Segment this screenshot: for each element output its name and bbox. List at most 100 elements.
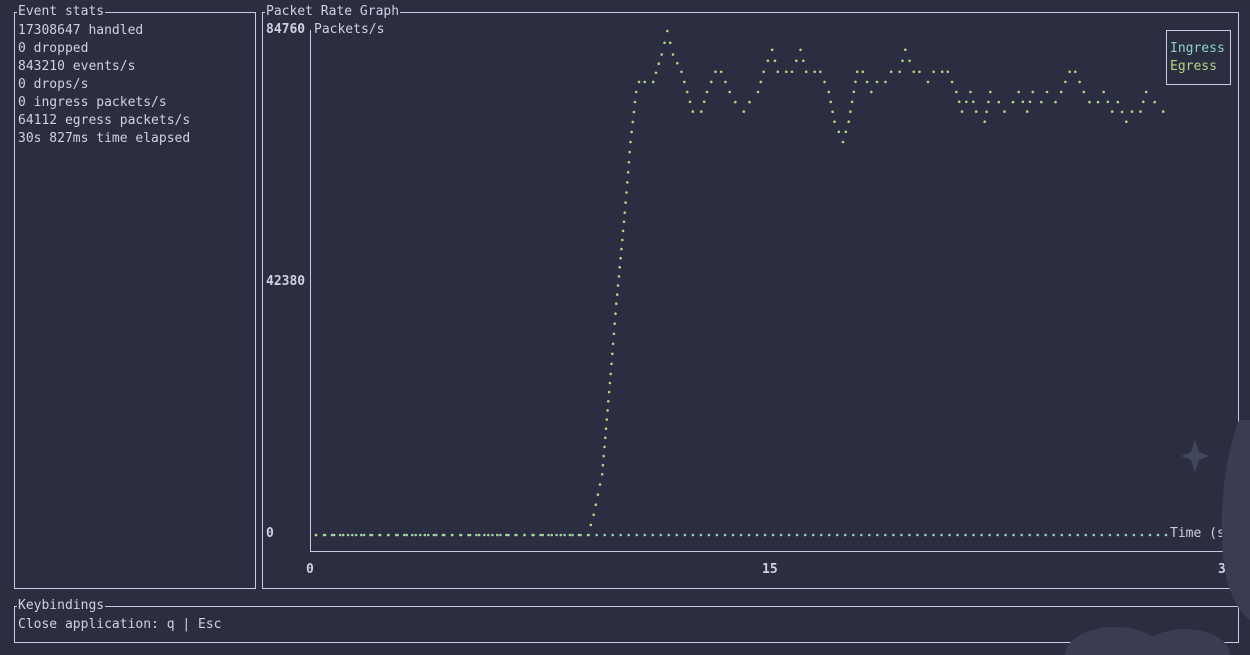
egress-point bbox=[663, 41, 666, 45]
egress-point bbox=[441, 533, 445, 537]
egress-point bbox=[1153, 100, 1156, 104]
egress-point bbox=[1161, 110, 1165, 113]
ingress-point bbox=[755, 533, 759, 537]
egress-point bbox=[423, 533, 427, 537]
egress-point bbox=[314, 533, 318, 537]
egress-point bbox=[450, 533, 454, 537]
egress-point bbox=[637, 80, 641, 84]
egress-point bbox=[685, 90, 689, 94]
egress-point bbox=[1110, 110, 1114, 113]
egress-point bbox=[632, 110, 636, 114]
egress-point bbox=[614, 312, 617, 316]
ingress-point bbox=[860, 533, 863, 537]
egress-point bbox=[1064, 80, 1067, 84]
egress-point bbox=[1106, 100, 1110, 104]
egress-point bbox=[884, 80, 887, 84]
egress-point bbox=[1025, 110, 1029, 113]
egress-point bbox=[742, 110, 746, 113]
egress-point bbox=[1120, 110, 1124, 114]
egress-point bbox=[523, 533, 526, 537]
ingress-point bbox=[892, 533, 895, 537]
ingress-point bbox=[739, 533, 743, 537]
egress-point bbox=[332, 533, 336, 537]
ingress-point bbox=[843, 533, 847, 537]
ingress-point bbox=[795, 533, 799, 537]
egress-point bbox=[1021, 100, 1025, 104]
ingress-point bbox=[924, 533, 927, 537]
egress-point bbox=[1011, 100, 1015, 104]
ingress-point bbox=[908, 533, 911, 537]
egress-point bbox=[1139, 110, 1142, 113]
egress-point bbox=[724, 80, 727, 84]
egress-point bbox=[459, 533, 463, 537]
ingress-point bbox=[1116, 533, 1120, 537]
egress-point bbox=[432, 533, 436, 537]
egress-point bbox=[1082, 90, 1086, 94]
ingress-point bbox=[1148, 533, 1152, 537]
ingress-point bbox=[499, 533, 502, 537]
egress-point bbox=[414, 533, 418, 537]
egress-point bbox=[700, 110, 703, 113]
ingress-point bbox=[731, 533, 735, 537]
egress-point bbox=[323, 533, 327, 537]
egress-point bbox=[568, 533, 572, 537]
egress-point bbox=[630, 130, 633, 134]
ingress-point bbox=[402, 533, 406, 537]
egress-point bbox=[629, 140, 632, 144]
egress-point bbox=[1017, 90, 1020, 94]
egress-point bbox=[1116, 100, 1120, 104]
egress-point bbox=[610, 362, 613, 366]
egress-point bbox=[351, 533, 354, 537]
egress-point bbox=[604, 436, 607, 440]
egress-point bbox=[607, 400, 610, 403]
egress-point bbox=[965, 100, 968, 104]
egress-point bbox=[654, 71, 658, 75]
egress-point bbox=[1088, 100, 1091, 104]
egress-point bbox=[987, 100, 990, 104]
egress-point bbox=[615, 302, 618, 306]
egress-point bbox=[622, 220, 626, 224]
ingress-point bbox=[715, 533, 719, 537]
egress-point bbox=[795, 59, 798, 63]
ingress-point bbox=[435, 533, 438, 537]
egress-point bbox=[748, 100, 751, 104]
egress-point bbox=[734, 100, 737, 104]
egress-point bbox=[611, 342, 615, 346]
egress-point bbox=[946, 70, 950, 74]
egress-point bbox=[1045, 90, 1049, 94]
egress-point bbox=[1144, 90, 1148, 94]
egress-point bbox=[1003, 110, 1006, 113]
ingress-point bbox=[595, 533, 598, 537]
egress-point bbox=[901, 59, 904, 63]
egress-point bbox=[728, 90, 731, 94]
egress-point bbox=[861, 70, 865, 74]
egress-point bbox=[477, 533, 481, 537]
egress-point bbox=[714, 70, 717, 74]
egress-point bbox=[594, 503, 598, 507]
egress-point bbox=[912, 70, 916, 74]
egress-point bbox=[626, 171, 630, 174]
ingress-point bbox=[787, 533, 791, 537]
egress-point bbox=[766, 59, 770, 63]
egress-point bbox=[950, 80, 954, 84]
egress-point bbox=[550, 533, 553, 537]
egress-point bbox=[621, 229, 625, 233]
ingress-point bbox=[627, 533, 630, 537]
ingress-point bbox=[659, 533, 663, 537]
egress-point bbox=[671, 53, 675, 56]
egress-point bbox=[985, 110, 988, 114]
egress-point bbox=[1054, 100, 1057, 104]
ingress-point bbox=[964, 533, 967, 537]
ingress-point bbox=[491, 533, 494, 537]
egress-point bbox=[541, 533, 544, 537]
egress-point bbox=[602, 454, 605, 458]
egress-point bbox=[989, 90, 992, 94]
egress-point bbox=[1028, 100, 1032, 104]
egress-point bbox=[668, 41, 672, 45]
ingress-point bbox=[547, 533, 550, 537]
ingress-point bbox=[900, 533, 903, 537]
egress-point bbox=[605, 418, 609, 421]
egress-point bbox=[1040, 100, 1043, 104]
egress-point bbox=[799, 48, 802, 52]
egress-point bbox=[926, 80, 930, 84]
